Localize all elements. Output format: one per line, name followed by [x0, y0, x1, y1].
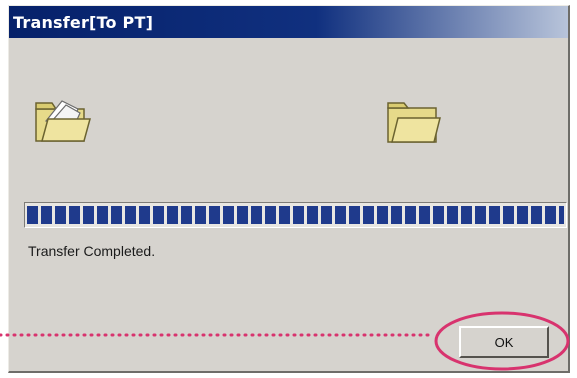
progress-fill	[27, 206, 564, 224]
progress-bar	[24, 202, 567, 228]
folder-open-icon	[32, 91, 92, 152]
window-title: Transfer[To PT]	[13, 12, 154, 32]
status-text: Transfer Completed.	[28, 243, 156, 259]
folder-icon	[384, 98, 442, 153]
ok-button[interactable]: OK	[459, 326, 549, 358]
transfer-dialog: Transfer[To PT] Transfer Completed. OK	[8, 5, 570, 373]
title-bar: Transfer[To PT]	[9, 6, 568, 38]
